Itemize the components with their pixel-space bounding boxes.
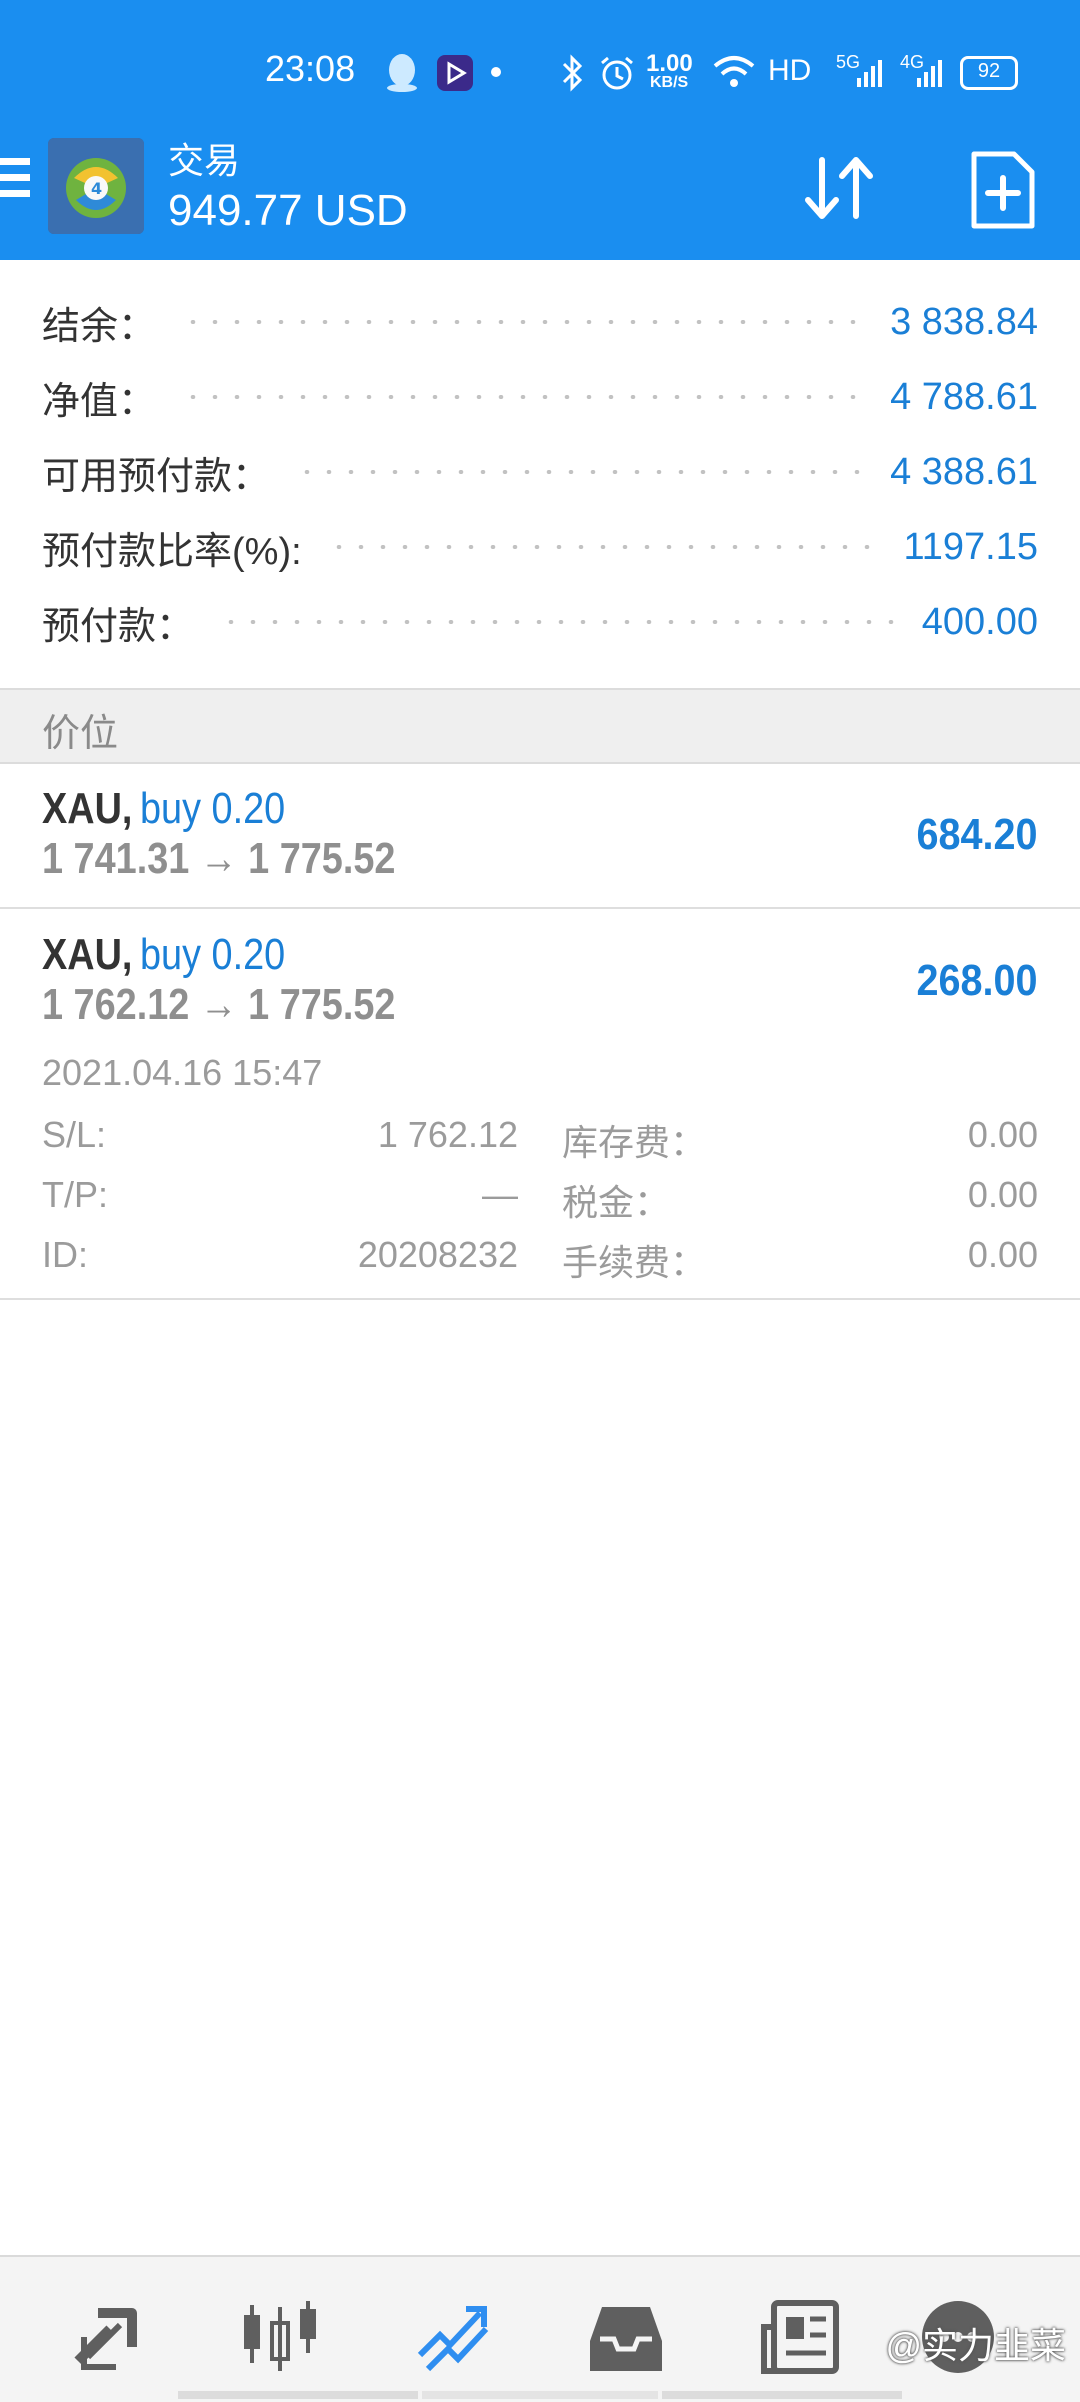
summary-row-margin: 预付款： 400.00 (42, 590, 1038, 654)
signal-icon (857, 60, 882, 87)
row-divider (0, 1298, 1080, 1300)
alarm-icon (601, 56, 633, 90)
watermark: @实力韭菜 (885, 2325, 1066, 2366)
nav-indicator (662, 2391, 902, 2399)
battery-icon: 92 (960, 56, 1018, 90)
row-divider (0, 907, 1080, 909)
dotted-leader (296, 470, 865, 474)
wifi-icon (713, 56, 755, 87)
summary-label: 可用预付款： (42, 455, 271, 498)
menu-icon[interactable] (0, 158, 32, 214)
summary-row-equity: 净值： 4 788.61 (42, 365, 1038, 429)
sl-label: S/L: (42, 1114, 107, 1155)
position-profit: 684.20 (916, 810, 1038, 859)
dotted-leader (182, 320, 865, 324)
position-symbol: XAU, (42, 930, 133, 979)
tp-value: — (482, 1174, 518, 1215)
tp-label: T/P: (42, 1174, 109, 1215)
tax-value: 0.00 (967, 1174, 1038, 1215)
position-row-expanded[interactable]: XAU, buy 0.20 1 762.12 → 1 775.52 268.00… (0, 910, 1080, 1298)
position-symbol: XAU, (42, 784, 133, 833)
svg-text:4: 4 (91, 179, 102, 198)
swap-value: 0.00 (967, 1114, 1038, 1155)
positions-section-header: 价位 (0, 688, 1080, 764)
history-icon[interactable] (586, 2297, 666, 2377)
trade-icon[interactable] (414, 2297, 494, 2377)
page-title: 交易 (168, 140, 241, 181)
id-value: 20208232 (357, 1234, 518, 1275)
qq-icon (387, 54, 417, 92)
summary-value: 4 388.61 (890, 450, 1038, 493)
summary-row-balance: 结余： 3 838.84 (42, 290, 1038, 354)
chart-icon[interactable] (240, 2297, 320, 2377)
dotted-leader (220, 620, 896, 624)
nav-indicator (422, 2391, 658, 2399)
metatrader-logo-icon: 4 (48, 138, 144, 234)
battery-level: 92 (977, 60, 1001, 82)
commission-label: 手续费： (562, 1242, 707, 1283)
summary-row-margin-level: 预付款比率(%): 1197.15 (42, 515, 1038, 579)
id-label: ID: (42, 1234, 89, 1275)
summary-label: 净值： (42, 380, 157, 423)
hd-label: HD (768, 54, 812, 87)
dotted-leader (327, 545, 878, 549)
net-speed-unit: KB/S (650, 74, 689, 91)
position-prices: 1 762.12 → 1 775.52 (42, 980, 396, 1029)
position-prices: 1 741.31 → 1 775.52 (42, 834, 396, 883)
sort-arrows-icon[interactable] (800, 148, 880, 228)
position-side: buy 0.20 (140, 930, 286, 979)
summary-value: 1197.15 (903, 525, 1038, 568)
commission-value: 0.00 (967, 1234, 1038, 1275)
section-title: 价位 (42, 713, 119, 755)
position-open-time: 2021.04.16 15:47 (42, 1052, 323, 1093)
status-bar: 23:08 1.00 KB/S HD 5G 4G 92 (0, 0, 1080, 140)
summary-value: 4 788.61 (890, 375, 1038, 418)
bluetooth-icon (562, 54, 583, 92)
tax-label: 税金： (562, 1182, 671, 1223)
notification-dot-icon (491, 67, 501, 77)
summary-label: 结余： (42, 305, 157, 348)
video-app-icon (437, 55, 473, 91)
swap-label: 库存费： (562, 1122, 707, 1163)
dotted-leader (182, 395, 865, 399)
summary-value: 400.00 (921, 600, 1038, 643)
summary-row-free-margin: 可用预付款： 4 388.61 (42, 440, 1038, 504)
sl-value: 1 762.12 (377, 1114, 518, 1155)
status-time: 23:08 (265, 48, 356, 89)
quotes-icon[interactable] (68, 2297, 148, 2377)
position-profit: 268.00 (916, 956, 1038, 1005)
nav-indicator (178, 2391, 418, 2399)
position-row[interactable]: XAU, buy 0.20 1 741.31 → 1 775.52 684.20 (0, 762, 1080, 908)
summary-label: 预付款： (42, 605, 195, 648)
signal-icon-2 (917, 60, 942, 87)
new-order-icon[interactable] (968, 150, 1038, 230)
summary-value: 3 838.84 (890, 300, 1038, 343)
summary-label: 预付款比率(%): (42, 530, 302, 573)
app-bar: 4 交易 949.77 USD (0, 120, 1080, 260)
news-icon[interactable] (760, 2297, 840, 2377)
position-side: buy 0.20 (140, 784, 286, 833)
header-balance: 949.77 USD (168, 186, 408, 235)
bottom-navigation: @实力韭菜 (0, 2255, 1080, 2402)
